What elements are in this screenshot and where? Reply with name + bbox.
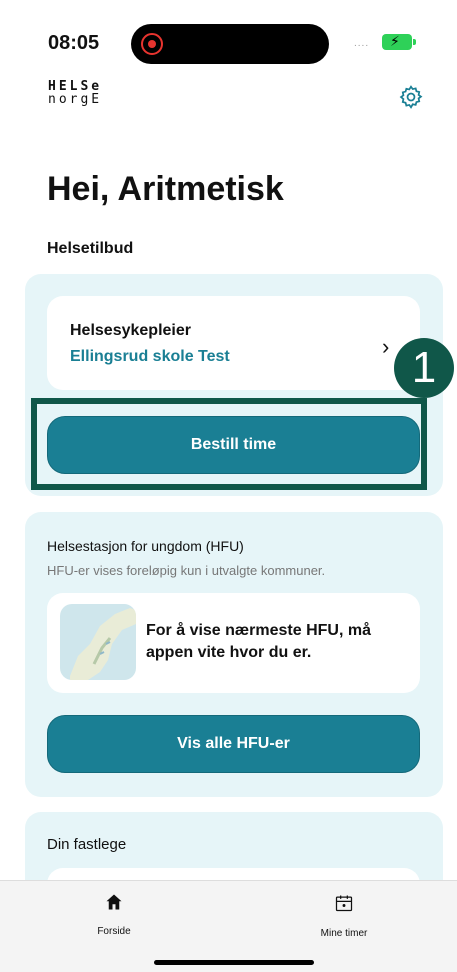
status-bar: 08:05 .... ⚡ (0, 0, 457, 80)
tab-label-forside: Forside (97, 926, 131, 937)
tab-bar: Forside Mine timer (0, 880, 457, 972)
provider-card[interactable] (47, 296, 420, 390)
recording-icon (141, 33, 163, 55)
chevron-right-icon: › (382, 334, 390, 359)
step-badge: 1 (394, 338, 454, 398)
home-icon (106, 894, 122, 910)
hfu-subtitle: HFU-er vises foreløpig kun i utvalgte ko… (47, 563, 326, 578)
battery-icon: ⚡ (382, 33, 416, 50)
helsenorge-logo: HELSe norgE (48, 80, 102, 106)
provider-location: Ellingsrud skole Test (70, 348, 230, 365)
logo-line-2: norgE (48, 92, 103, 107)
home-indicator[interactable] (154, 960, 314, 965)
tab-mine-timer[interactable]: Mine timer (284, 893, 404, 939)
dynamic-island (131, 24, 329, 64)
map-icon (60, 604, 136, 680)
page-title: Hei, Aritmetisk (47, 170, 284, 208)
app-screen: 08:05 .... ⚡ HELSe norgE Hei, Aritmetisk… (0, 0, 457, 972)
status-time: 08:05 (48, 32, 100, 54)
provider-title: Helsesykepleier (70, 322, 191, 339)
show-all-hfu-button[interactable]: Vis alle HFU-er (47, 715, 420, 773)
hfu-location-message: For å vise nærmeste HFU, må appen vite h… (146, 622, 371, 661)
hfu-title: Helsestasjon for ungdom (HFU) (47, 538, 244, 554)
gear-icon[interactable] (398, 84, 424, 110)
signal-icon: .... (354, 38, 370, 49)
tab-forside[interactable]: Forside (54, 893, 174, 937)
calendar-icon (335, 895, 353, 912)
fastlege-title: Din fastlege (47, 836, 127, 853)
section-title-helsetilbud: Helsetilbud (47, 240, 134, 257)
highlight-frame (31, 398, 427, 490)
tab-label-mine-timer: Mine timer (320, 928, 368, 939)
